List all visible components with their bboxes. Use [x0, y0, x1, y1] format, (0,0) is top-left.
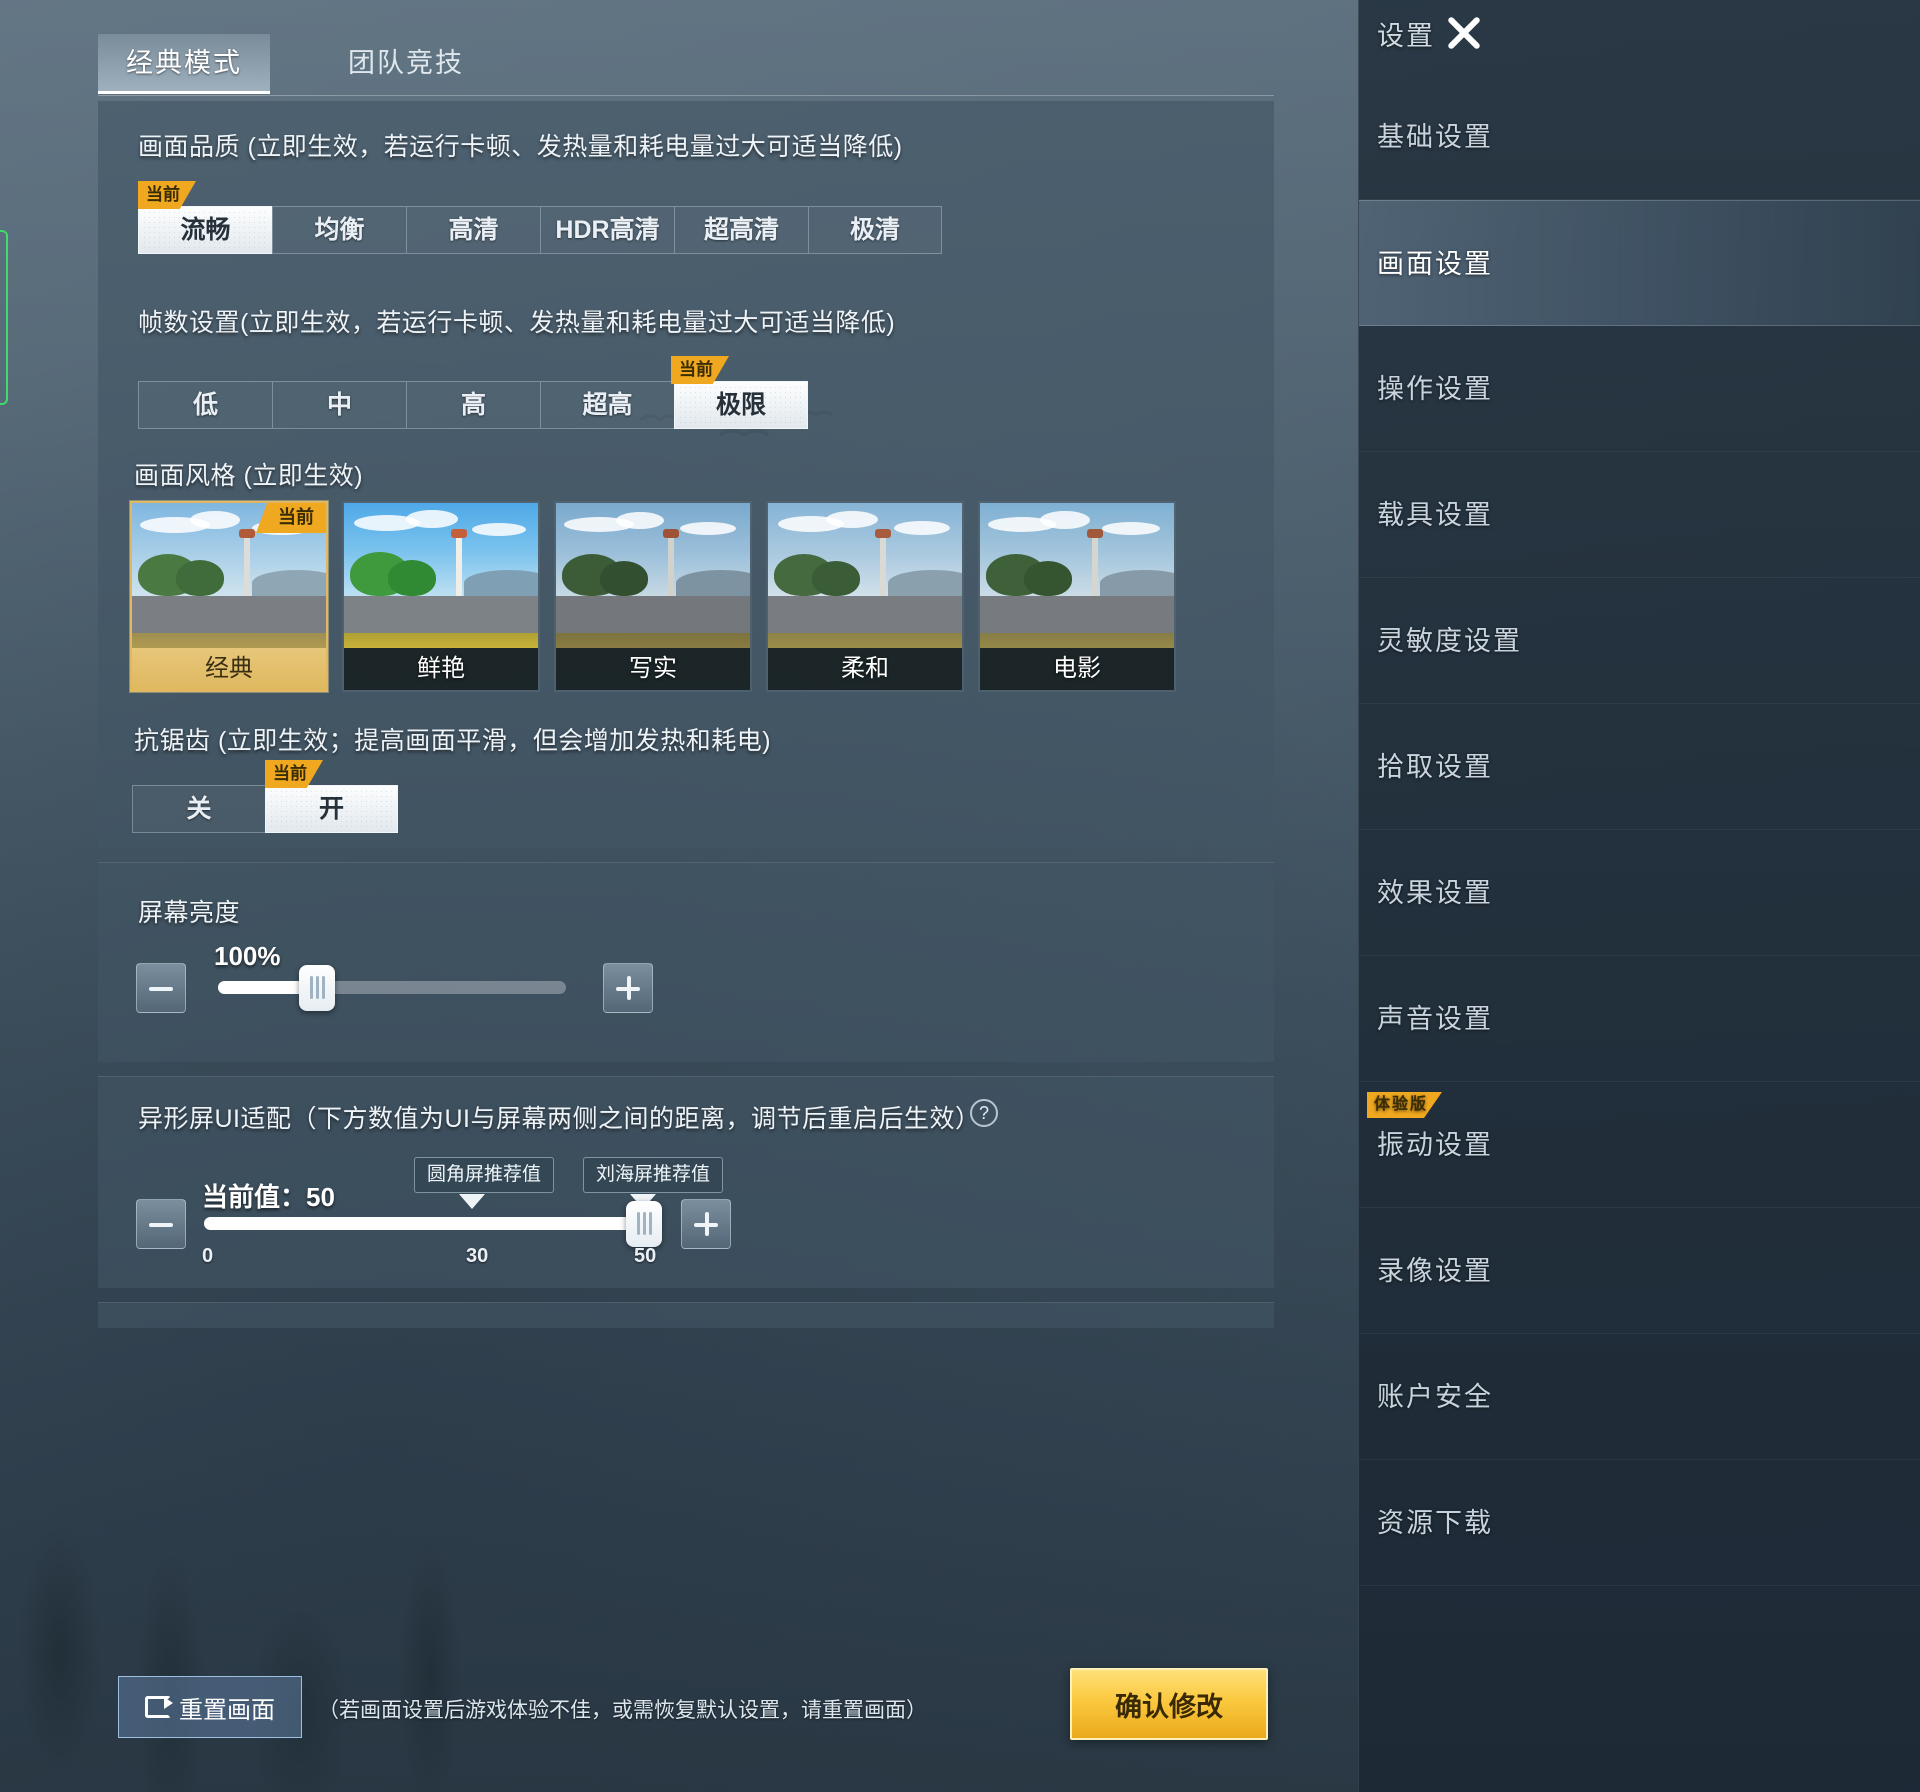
settings-main-panel: 经典模式 团队竞技 画面品质 (立即生效，若运行卡顿、发热量和耗电量过大可适当降…	[0, 0, 1358, 1792]
notch-decrease-button[interactable]	[136, 1199, 186, 1249]
sidebar-item-vehicle[interactable]: 载具设置	[1359, 452, 1920, 578]
notch-help-icon[interactable]: ?	[970, 1099, 998, 1127]
sidebar-item-recording[interactable]: 录像设置	[1359, 1208, 1920, 1334]
framerate-options: 低 中 高 超高 极限	[138, 381, 808, 429]
style-section-title: 画面风格 (立即生效)	[134, 462, 364, 490]
antialias-option-on[interactable]: 开	[265, 785, 398, 833]
style-thumb-colorful-image	[344, 503, 538, 648]
style-thumb-colorful-label: 鲜艳	[344, 648, 538, 690]
quality-option-hdr-hd[interactable]: HDR高清	[540, 206, 674, 254]
style-thumb-classic-label: 经典	[132, 648, 326, 690]
antialias-current-tag: 当前	[265, 760, 323, 788]
brightness-title: 屏幕亮度	[138, 899, 241, 927]
notch-tick-0: 0	[202, 1245, 214, 1267]
sidebar-item-effects[interactable]: 效果设置	[1359, 830, 1920, 956]
quality-option-smooth[interactable]: 流畅	[138, 206, 272, 254]
notch-slider-knob[interactable]	[626, 1201, 662, 1247]
quality-option-ultra-hd[interactable]: 超高清	[674, 206, 808, 254]
brightness-increase-button[interactable]	[603, 963, 653, 1013]
style-classic-current-tag: 当前	[256, 503, 326, 533]
sidebar-items: 基础设置 画面设置 操作设置 载具设置 灵敏度设置 拾取设置 效果设置 声音设置…	[1359, 74, 1920, 1586]
sidebar-item-vibration[interactable]: 体验版 振动设置	[1359, 1082, 1920, 1208]
quality-current-tag: 当前	[138, 181, 196, 209]
style-thumb-realistic-image	[556, 503, 750, 648]
antialias-option-off[interactable]: 关	[132, 785, 265, 833]
sidebar-item-resource-download[interactable]: 资源下载	[1359, 1460, 1920, 1586]
style-thumb-soft-image	[768, 503, 962, 648]
footer-note: （若画面设置后游戏体验不佳，或需恢复默认设置，请重置画面）	[318, 1699, 927, 1722]
settings-screen: 经典模式 团队竞技 画面品质 (立即生效，若运行卡顿、发热量和耗电量过大可适当降…	[0, 0, 1920, 1792]
framerate-option-low[interactable]: 低	[138, 381, 272, 429]
sidebar-title: 设置	[1377, 21, 1435, 51]
framerate-option-high[interactable]: 高	[406, 381, 540, 429]
style-thumb-movie-image	[980, 503, 1174, 648]
notch-tick-30: 30	[466, 1245, 489, 1267]
style-thumb-classic-image: 当前	[132, 503, 326, 648]
antialias-options: 关 开	[132, 785, 398, 833]
notch-tooltip-rounded-arrow	[459, 1194, 485, 1209]
style-thumb-realistic[interactable]: 写实	[554, 501, 752, 692]
style-thumbnails: 当前 经典 鲜艳 写实 柔和 电影	[130, 501, 1176, 692]
sidebar-item-controls[interactable]: 操作设置	[1359, 326, 1920, 452]
brightness-slider-knob[interactable]	[299, 965, 335, 1011]
sidebar-item-audio[interactable]: 声音设置	[1359, 956, 1920, 1082]
notch-tooltip-rounded: 圆角屏推荐值	[414, 1157, 555, 1193]
brightness-slider-track[interactable]	[218, 981, 566, 994]
sidebar-item-pickup[interactable]: 拾取设置	[1359, 704, 1920, 830]
mode-tabs: 经典模式 团队竞技	[98, 34, 1274, 96]
brightness-value-label: 100%	[214, 941, 281, 971]
notch-tick-50: 50	[634, 1245, 657, 1267]
notch-tooltip-notch: 刘海屏推荐值	[583, 1157, 724, 1193]
style-thumb-realistic-label: 写实	[556, 648, 750, 690]
confirm-changes-button[interactable]: 确认修改	[1070, 1668, 1268, 1740]
notch-slider-fill	[204, 1217, 648, 1230]
reset-graphics-button[interactable]: 重置画面	[118, 1676, 302, 1738]
style-thumb-movie-label: 电影	[980, 648, 1174, 690]
sidebar-item-account-security[interactable]: 账户安全	[1359, 1334, 1920, 1460]
sidebar-item-graphics[interactable]: 画面设置	[1359, 200, 1920, 326]
reset-graphics-label: 重置画面	[179, 1696, 275, 1724]
quality-section-title: 画面品质 (立即生效，若运行卡顿、发热量和耗电量过大可适当降低)	[138, 133, 903, 161]
settings-sidebar: 设置 基础设置 画面设置 操作设置 载具设置 灵敏度设置 拾取设置 效果设置 声…	[1358, 0, 1920, 1792]
notch-increase-button[interactable]	[681, 1199, 731, 1249]
notch-title: 异形屏UI适配（下方数值为UI与屏幕两侧之间的距离，调节后重启后生效）	[138, 1105, 981, 1133]
sidebar-item-vibration-label: 振动设置	[1377, 1130, 1493, 1160]
notch-current-value: 当前值：50	[202, 1182, 335, 1212]
antialias-section-title: 抗锯齿 (立即生效；提高画面平滑，但会增加发热和耗电)	[134, 727, 772, 755]
notch-slider-track[interactable]	[204, 1217, 648, 1230]
style-thumb-movie[interactable]: 电影	[978, 501, 1176, 692]
framerate-option-extreme[interactable]: 极限	[674, 381, 808, 429]
reset-icon	[145, 1696, 173, 1718]
quality-option-hd[interactable]: 高清	[406, 206, 540, 254]
quality-option-extreme-hd[interactable]: 极清	[808, 206, 942, 254]
framerate-option-medium[interactable]: 中	[272, 381, 406, 429]
sidebar-item-sensitivity[interactable]: 灵敏度设置	[1359, 578, 1920, 704]
next-section-stub	[98, 1302, 1274, 1328]
brightness-panel: 屏幕亮度 100%	[98, 862, 1274, 1062]
style-thumb-soft[interactable]: 柔和	[766, 501, 964, 692]
quality-option-balanced[interactable]: 均衡	[272, 206, 406, 254]
style-thumb-soft-label: 柔和	[768, 648, 962, 690]
quality-options: 流畅 均衡 高清 HDR高清 超高清 极清	[138, 206, 942, 254]
notch-ui-panel: 异形屏UI适配（下方数值为UI与屏幕两侧之间的距离，调节后重启后生效） ? 圆角…	[98, 1076, 1274, 1288]
style-thumb-colorful[interactable]: 鲜艳	[342, 501, 540, 692]
sidebar-vibration-beta-badge: 体验版	[1367, 1092, 1443, 1118]
framerate-section-title: 帧数设置(立即生效，若运行卡顿、发热量和耗电量过大可适当降低)	[138, 309, 896, 337]
graphics-settings-panel: 画面品质 (立即生效，若运行卡顿、发热量和耗电量过大可适当降低) 当前 流畅 均…	[98, 100, 1274, 848]
tab-classic-mode[interactable]: 经典模式	[98, 34, 270, 94]
framerate-current-tag: 当前	[671, 356, 729, 384]
framerate-option-ultra[interactable]: 超高	[540, 381, 674, 429]
close-icon[interactable]	[1437, 6, 1491, 60]
style-thumb-classic[interactable]: 当前 经典	[130, 501, 328, 692]
brightness-decrease-button[interactable]	[136, 963, 186, 1013]
sidebar-item-basic[interactable]: 基础设置	[1359, 74, 1920, 200]
tab-team-deathmatch[interactable]: 团队竞技	[320, 34, 492, 94]
